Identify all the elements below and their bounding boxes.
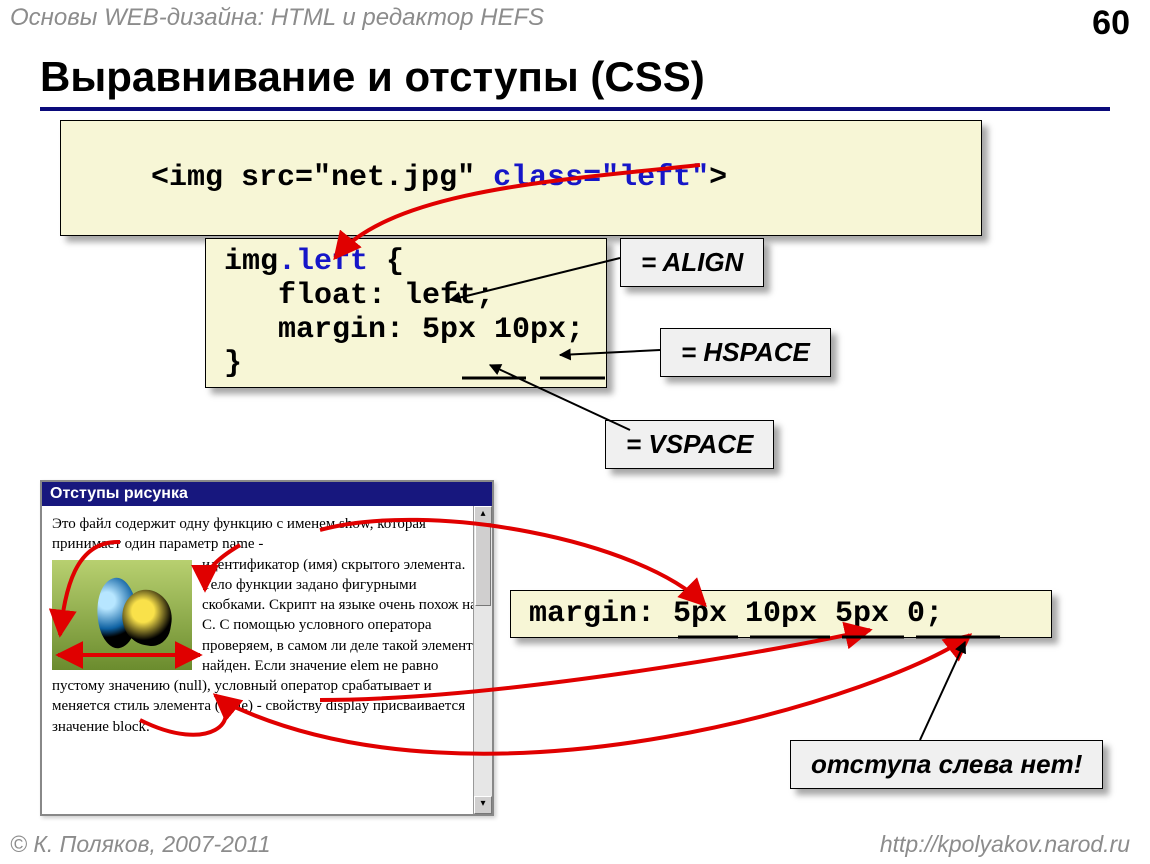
page-number: 60 [1092, 4, 1130, 43]
footer-copyright: © К. Поляков, 2007-2011 [10, 831, 271, 858]
code3: margin: 5px 10px 5px 0; [511, 591, 1051, 637]
breadcrumb: Основы WEB-дизайна: HTML и редактор HEFS [10, 4, 544, 32]
callout-hspace: = HSPACE [660, 328, 831, 377]
code1-attr: class="left" [493, 161, 709, 195]
code2-l2: float: left; [224, 279, 494, 313]
code1-prefix: <img src="net.jpg" [151, 161, 493, 195]
code2-l1a: img [224, 245, 278, 279]
scroll-down-icon[interactable]: ▾ [474, 796, 492, 814]
code1-suffix: > [709, 161, 727, 195]
code2-l3: margin: 5px 10px; [224, 313, 584, 347]
code2-l1c: { [368, 245, 404, 279]
preview-content: Это файл содержит одну функцию с именем … [42, 506, 492, 814]
scroll-up-icon[interactable]: ▴ [474, 506, 492, 524]
code2-l4: } [224, 347, 242, 381]
callout-vspace: = VSPACE [605, 420, 774, 469]
preview-window: Отступы рисунка Это файл содержит одну ф… [40, 480, 494, 816]
callout-align: = ALIGN [620, 238, 764, 287]
code-box-margin-long: margin: 5px 10px 5px 0; [510, 590, 1052, 638]
slide-title: Выравнивание и отступы (CSS) [40, 53, 1110, 111]
preview-line-top: Это файл содержит одну функцию с именем … [52, 516, 426, 552]
scrollbar[interactable]: ▴ ▾ [473, 506, 492, 814]
footer-url: http://kpolyakov.narod.ru [880, 831, 1130, 858]
code-box-img-tag: <img src="net.jpg" class="left"> [60, 120, 982, 236]
code2-l1b: .left [278, 245, 368, 279]
code-box-css-rule: img.left { float: left; margin: 5px 10px… [205, 238, 607, 388]
callout-no-left-margin: отступа слева нет! [790, 740, 1103, 789]
scroll-thumb[interactable] [475, 524, 491, 606]
preview-titlebar: Отступы рисунка [42, 482, 492, 506]
preview-image [52, 560, 192, 670]
